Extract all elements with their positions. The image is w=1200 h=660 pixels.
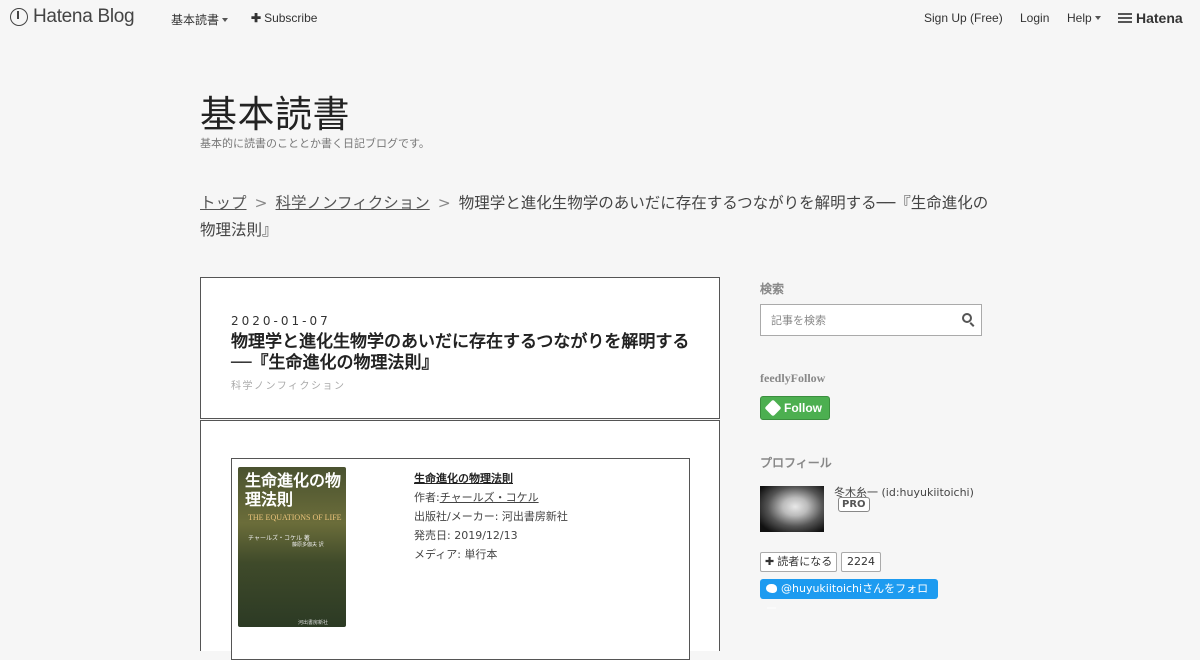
- breadcrumb-top-link[interactable]: トップ: [200, 194, 247, 212]
- blog-title[interactable]: 基本読書: [200, 84, 350, 138]
- book-author-link[interactable]: チャールズ・コケル: [440, 491, 539, 504]
- cover-title: 生命進化の物理法則: [245, 471, 342, 509]
- profile-heading: プロフィール: [760, 456, 832, 470]
- search-icon[interactable]: [962, 313, 972, 323]
- breadcrumb-separator: >: [437, 194, 451, 212]
- subscribe-button[interactable]: ✚ Subscribe: [251, 11, 317, 25]
- breadcrumb: トップ > 科学ノンフィクション > 物理学と進化生物学のあいだに存在するつながりを解明…: [200, 190, 1000, 244]
- plus-icon: ✚: [765, 555, 775, 568]
- search-heading: 検索: [760, 282, 785, 296]
- plus-icon: ✚: [251, 11, 262, 25]
- cover-translator: 藤原多伽夫 訳: [292, 542, 324, 548]
- blog-menu-label: 基本読書: [171, 13, 220, 27]
- twitter-bird-icon: [766, 584, 777, 593]
- global-header: Hatena Blog 基本読書 ✚ Subscribe Sign Up (Fre…: [0, 0, 1200, 36]
- book-author-line: 作者:チャールズ・コケル: [414, 488, 568, 507]
- blog-description: 基本的に読書のこととか書く日記ブログです。: [200, 137, 430, 150]
- book-publisher: 出版社/メーカー: 河出書房新社: [414, 510, 568, 523]
- feedly-heading: feedlyFollow: [760, 371, 826, 385]
- reader-count-badge[interactable]: 2224: [841, 552, 881, 572]
- entry-header: 2020-01-07 物理学と進化生物学のあいだに存在するつながりを解明する──…: [200, 277, 720, 419]
- help-dropdown[interactable]: Help: [1067, 11, 1101, 25]
- hatena-logo-text: Hatena: [1136, 10, 1183, 26]
- entry-title[interactable]: 物理学と進化生物学のあいだに存在するつながりを解明する──『生命進化の物理法則』: [231, 332, 701, 374]
- cover-publisher: 河出書房新社: [298, 620, 329, 626]
- hatena-logo[interactable]: Hatena: [1118, 10, 1183, 26]
- hatena-blog-logo-text: Hatena Blog: [33, 6, 135, 27]
- book-release-date: 発売日: 2019/12/13: [414, 529, 518, 542]
- search-input[interactable]: [769, 313, 953, 328]
- feedly-follow-button[interactable]: Follow: [760, 396, 830, 420]
- help-label: Help: [1067, 11, 1092, 25]
- book-media: メディア: 単行本: [414, 548, 498, 561]
- entry-date[interactable]: 2020-01-07: [231, 314, 331, 328]
- entry-content: 生命進化の物理法則 THE EQUATIONS OF LIFE チャールズ・コケ…: [200, 420, 720, 660]
- hatena-blog-logo[interactable]: Hatena Blog: [10, 6, 135, 28]
- feedly-follow-label: Follow: [784, 401, 822, 415]
- twitter-follow-label: @huyukiitoichiさんをフォロー: [766, 582, 929, 615]
- breadcrumb-category-link[interactable]: 科学ノンフィクション: [276, 194, 430, 212]
- login-link[interactable]: Login: [1020, 11, 1049, 25]
- search-box: [760, 304, 982, 336]
- subscribe-label: Subscribe: [264, 11, 318, 25]
- book-title-link[interactable]: 生命進化の物理法則: [414, 469, 568, 488]
- book-cover-image[interactable]: 生命進化の物理法則 THE EQUATIONS OF LIFE チャールズ・コケ…: [238, 467, 346, 627]
- twitter-follow-button[interactable]: @huyukiitoichiさんをフォロー: [760, 579, 938, 615]
- reader-button-label: 読者になる: [777, 555, 833, 568]
- hatena-logo-icon: [1118, 13, 1132, 23]
- avatar[interactable]: [760, 486, 824, 532]
- caret-down-icon: [1094, 16, 1101, 20]
- book-info: 生命進化の物理法則 作者:チャールズ・コケル 出版社/メーカー: 河出書房新社 …: [414, 469, 568, 564]
- hatena-blog-logo-icon: [10, 8, 28, 26]
- breadcrumb-separator: >: [254, 194, 268, 212]
- signup-link[interactable]: Sign Up (Free): [924, 11, 1003, 25]
- caret-down-icon: [222, 18, 229, 22]
- feedly-icon: [764, 399, 782, 417]
- subscribe-reader-button[interactable]: ✚ 読者になる: [760, 552, 838, 572]
- pro-badge[interactable]: PRO: [838, 497, 870, 512]
- author-label: 作者:: [414, 491, 440, 504]
- cover-subtitle: THE EQUATIONS OF LIFE: [248, 513, 342, 522]
- entry-category[interactable]: 科学ノンフィクション: [231, 377, 346, 392]
- blog-menu-dropdown[interactable]: 基本読書: [171, 11, 229, 28]
